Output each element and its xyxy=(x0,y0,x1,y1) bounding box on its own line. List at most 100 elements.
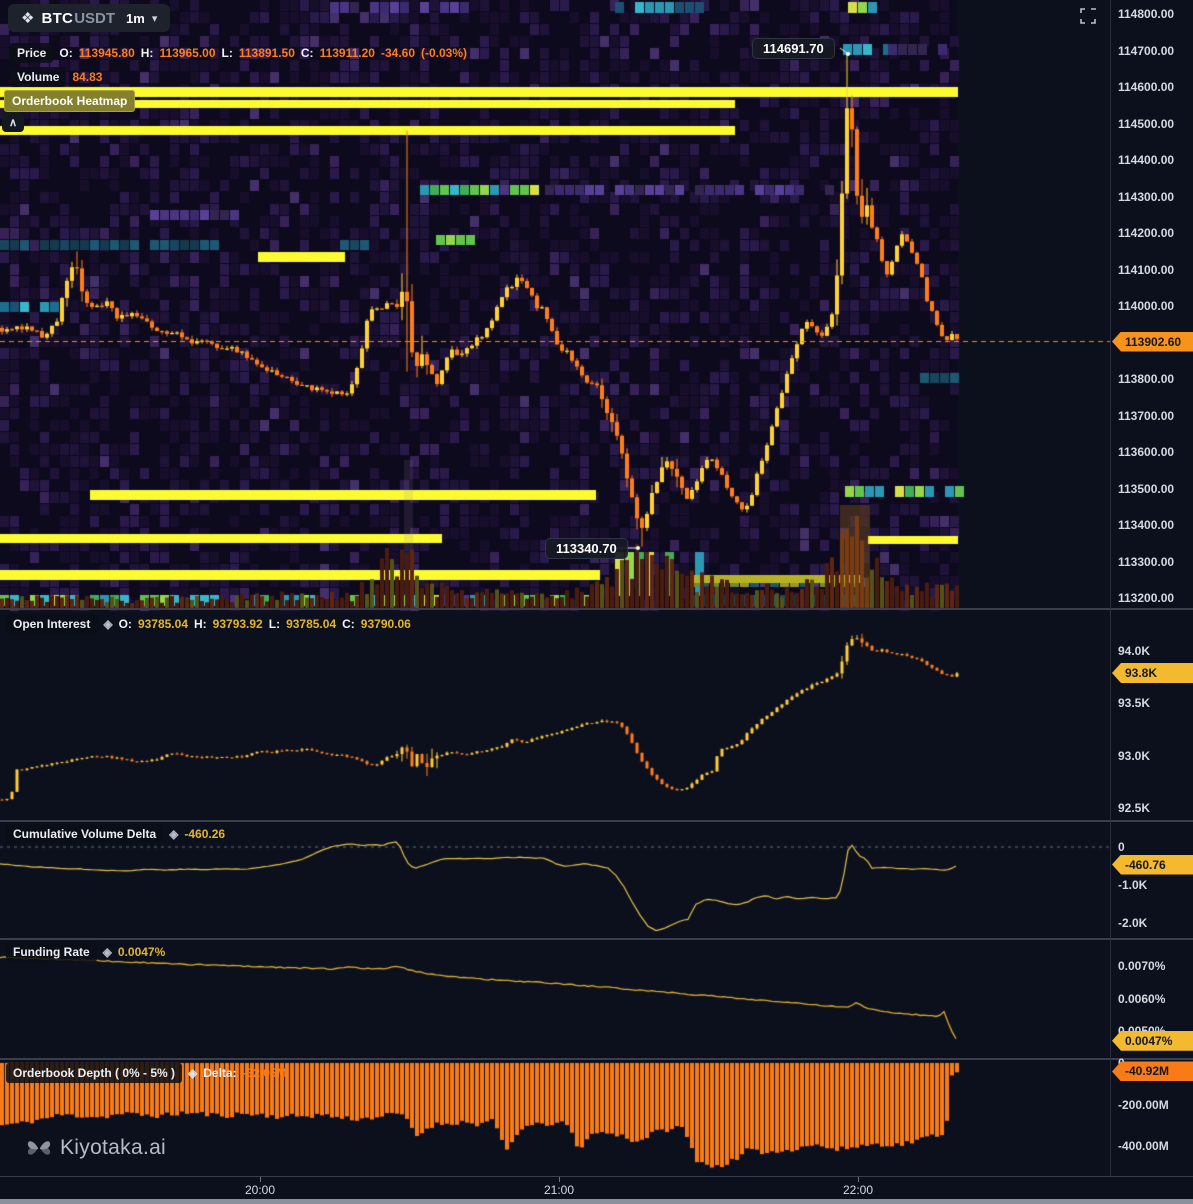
oi-high-label: H: xyxy=(194,617,207,631)
price-legend: Price O: 113945.80 H: 113965.00 L: 11389… xyxy=(10,43,467,63)
close-value: 113911.20 xyxy=(320,46,375,60)
swap-icon[interactable]: ◈ xyxy=(169,827,178,841)
panel-divider[interactable] xyxy=(0,938,1193,940)
cvd-last-value-badge: -460.76 xyxy=(1112,855,1193,875)
close-label: C: xyxy=(301,46,314,60)
brand-watermark: Kiyotaka.ai xyxy=(26,1136,166,1160)
chevron-down-icon: ▾ xyxy=(152,12,158,25)
oi-close-label: C: xyxy=(342,617,355,631)
cvd-axis-tick: -1.0K xyxy=(1118,878,1147,892)
time-tick-mark xyxy=(260,1177,261,1182)
cvd-header: Cumulative Volume Delta ◈ -460.26 xyxy=(6,824,225,844)
oi-close-value: 93790.06 xyxy=(361,617,411,631)
orderbook-heatmap-label: Orderbook Heatmap xyxy=(4,90,135,112)
price-annotation: 114691.70 xyxy=(752,38,835,59)
cvd-axis-tick: 0 xyxy=(1118,840,1125,854)
symbol-quote: USDT xyxy=(74,10,115,27)
time-axis[interactable]: 20:00 21:00 22:00 xyxy=(0,1176,1193,1200)
open-value: 113945.80 xyxy=(79,46,135,60)
price-axis-tick: 114400.00 xyxy=(1118,153,1174,167)
panel-divider[interactable] xyxy=(0,1058,1193,1060)
oi-open-label: O: xyxy=(119,617,132,631)
change-pct-value: (-0.03%) xyxy=(421,46,467,60)
open-interest-header: Open Interest ◈ O: 93785.04 H: 93793.92 … xyxy=(6,614,411,634)
funding-value: 0.0047% xyxy=(118,945,165,959)
oi-high-value: 93793.92 xyxy=(213,617,263,631)
depth-delta-label: Delta: xyxy=(203,1066,236,1080)
volume-label: Volume xyxy=(10,67,66,87)
trading-terminal: ❖ BTC USDT 1m ▾ Price O: 113945.80 H: 11… xyxy=(0,0,1193,1204)
symbol-selector[interactable]: ❖ BTC USDT 1m ▾ xyxy=(8,4,170,32)
price-axis-tick: 113800.00 xyxy=(1118,372,1174,386)
price-label: Price xyxy=(10,43,53,63)
funding-header: Funding Rate ◈ 0.0047% xyxy=(6,942,165,962)
fullscreen-icon xyxy=(1080,8,1096,24)
price-axis-tick: 113700.00 xyxy=(1118,409,1174,423)
chevron-up-icon: ∧ xyxy=(9,116,17,129)
cvd-value: -460.26 xyxy=(184,827,225,841)
price-axis-tick: 114100.00 xyxy=(1118,263,1174,277)
volume-legend: Volume 84.83 xyxy=(10,67,102,87)
heatmap-legend: Orderbook Heatmap xyxy=(4,90,135,112)
swap-icon[interactable]: ◈ xyxy=(103,617,112,631)
horizontal-scrollbar[interactable] xyxy=(0,1199,1193,1204)
brand-name: Kiyotaka.ai xyxy=(60,1136,166,1160)
price-last-value-badge: 113902.60 xyxy=(1112,332,1193,352)
time-tick-label: 22:00 xyxy=(843,1183,873,1197)
oi-low-value: 93785.04 xyxy=(286,617,336,631)
open_interest-axis-tick: 92.5K xyxy=(1118,801,1150,815)
butterfly-logo-icon xyxy=(26,1137,52,1159)
change-value: -34.60 xyxy=(381,46,415,60)
exchange-logo-icon: ❖ xyxy=(21,9,34,27)
price-axis-tick: 113300.00 xyxy=(1118,555,1174,569)
price-axis-tick: 114800.00 xyxy=(1118,7,1174,21)
orderbook_depth-axis-tick: -400.00M xyxy=(1118,1139,1169,1153)
depth-header: Orderbook Depth ( 0% - 5% ) ◈ Delta: -32… xyxy=(6,1063,287,1083)
oi-low-label: L: xyxy=(269,617,280,631)
funding-last-value-badge: 0.0047% xyxy=(1112,1031,1193,1051)
cvd-axis-tick: -2.0K xyxy=(1118,916,1147,930)
symbol-base: BTC xyxy=(41,10,73,27)
orderbook_depth-last-value-badge: -40.92M xyxy=(1112,1061,1193,1081)
time-tick-mark xyxy=(858,1177,859,1182)
price-axis-tick: 113500.00 xyxy=(1118,482,1174,496)
depth-title: Orderbook Depth ( 0% - 5% ) xyxy=(6,1063,182,1083)
open-interest-title: Open Interest xyxy=(6,614,97,634)
open-label: O: xyxy=(59,46,72,60)
cvd-title: Cumulative Volume Delta xyxy=(6,824,163,844)
time-tick-mark xyxy=(559,1177,560,1182)
price-axis-tick: 114200.00 xyxy=(1118,226,1174,240)
price-axis-tick: 113600.00 xyxy=(1118,445,1174,459)
depth-delta-value: -32.05M xyxy=(243,1066,287,1080)
price-axis-tick: 114500.00 xyxy=(1118,117,1174,131)
price-axis-tick: 113200.00 xyxy=(1118,591,1174,605)
oi-open-value: 93785.04 xyxy=(138,617,188,631)
open_interest-axis-tick: 93.5K xyxy=(1118,696,1150,710)
price-axis-tick: 114000.00 xyxy=(1118,299,1174,313)
funding-axis-tick: 0.0070% xyxy=(1118,959,1165,973)
collapse-panel-button[interactable]: ∧ xyxy=(2,112,24,132)
panel-divider[interactable] xyxy=(0,608,1193,610)
high-value: 113965.00 xyxy=(159,46,215,60)
price-axis-divider xyxy=(1110,0,1111,1204)
swap-icon[interactable]: ◈ xyxy=(103,945,112,959)
orderbook_depth-axis-tick: -200.00M xyxy=(1118,1098,1169,1112)
funding-axis-tick: 0.0060% xyxy=(1118,992,1165,1006)
low-label: L: xyxy=(222,46,233,60)
swap-icon[interactable]: ◈ xyxy=(188,1066,197,1080)
panel-divider[interactable] xyxy=(0,820,1193,822)
price-axis-tick: 114600.00 xyxy=(1118,80,1174,94)
funding-title: Funding Rate xyxy=(6,942,97,962)
price-axis-tick: 114300.00 xyxy=(1118,190,1174,204)
open_interest-axis-tick: 94.0K xyxy=(1118,644,1150,658)
charts-canvas[interactable] xyxy=(0,0,1193,1204)
price-axis-tick: 113400.00 xyxy=(1118,518,1174,532)
open_interest-axis-tick: 93.0K xyxy=(1118,749,1150,763)
price-axis-tick: 114700.00 xyxy=(1118,44,1174,58)
interval-label: 1m xyxy=(126,11,145,26)
time-tick-label: 21:00 xyxy=(544,1183,574,1197)
high-label: H: xyxy=(141,46,154,60)
volume-value: 84.83 xyxy=(72,70,102,84)
time-tick-label: 20:00 xyxy=(245,1183,275,1197)
fullscreen-button[interactable] xyxy=(1080,8,1096,29)
